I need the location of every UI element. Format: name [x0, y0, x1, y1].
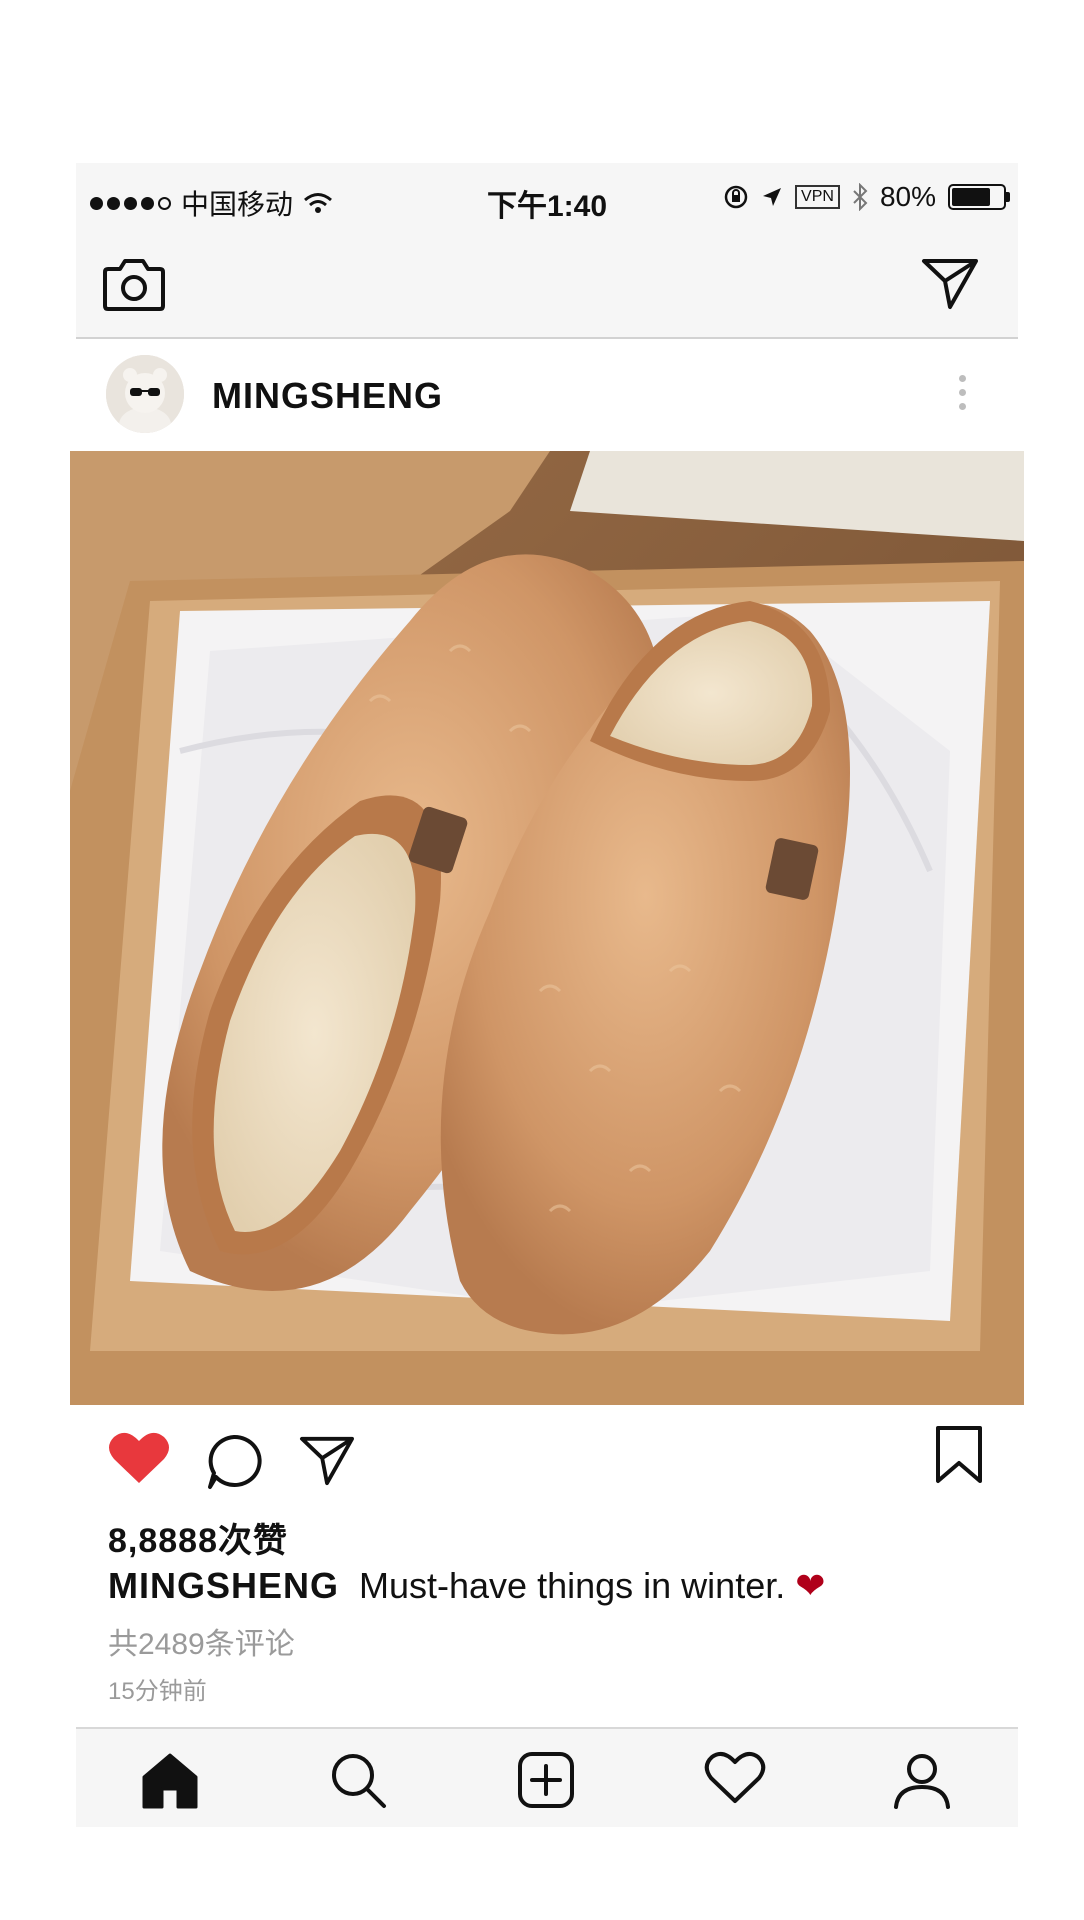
caption-text: Must-have things in winter. [359, 1565, 786, 1606]
post-photo[interactable] [70, 451, 1024, 1405]
instagram-post-screen: 中国移动 下午1:40 VPN 80% MINGSHENG 8,8888次赞 M… [70, 163, 1024, 1827]
comment-icon[interactable] [204, 1433, 264, 1491]
post-username[interactable]: MINGSHENG [212, 375, 443, 417]
location-arrow-icon [763, 188, 782, 206]
bookmark-icon[interactable] [934, 1425, 984, 1485]
heart-icon[interactable] [108, 1431, 170, 1485]
profile-icon[interactable] [892, 1751, 952, 1809]
battery-icon [948, 184, 1010, 210]
avatar[interactable] [106, 355, 184, 433]
search-icon[interactable] [328, 1751, 388, 1809]
battery-percent: 80% [879, 181, 936, 212]
status-bar-right: VPN 80% [723, 181, 1010, 213]
add-post-icon[interactable] [516, 1751, 576, 1809]
share-icon[interactable] [298, 1433, 356, 1487]
top-nav-bar [76, 233, 1018, 339]
like-count[interactable]: 8,8888次赞 [108, 1513, 288, 1562]
battery-fill [952, 188, 990, 206]
home-icon[interactable] [140, 1751, 200, 1809]
status-bar: 中国移动 下午1:40 VPN 80% [76, 163, 1018, 233]
bottom-tab-bar [76, 1727, 1018, 1827]
send-icon[interactable] [920, 255, 980, 311]
activity-heart-icon[interactable] [704, 1751, 766, 1807]
post-header: MINGSHENG [76, 339, 1018, 449]
caption-username[interactable]: MINGSHENG [108, 1565, 339, 1606]
post-actions [76, 1419, 1018, 1499]
bluetooth-icon [853, 183, 868, 211]
avatar-bear-icon [106, 355, 184, 433]
slippers-photo [70, 451, 1024, 1405]
caption-heart-emoji: ❤ [795, 1565, 826, 1606]
vpn-badge: VPN [795, 185, 840, 209]
view-comments-link[interactable]: 共2489条评论 [108, 1619, 295, 1663]
orientation-lock-icon [724, 185, 748, 209]
more-options-icon[interactable] [959, 375, 966, 410]
post-timestamp: 15分钟前 [108, 1678, 207, 1705]
post-caption: MINGSHENG Must-have things in winter. ❤ [108, 1565, 825, 1607]
camera-icon[interactable] [102, 255, 166, 313]
